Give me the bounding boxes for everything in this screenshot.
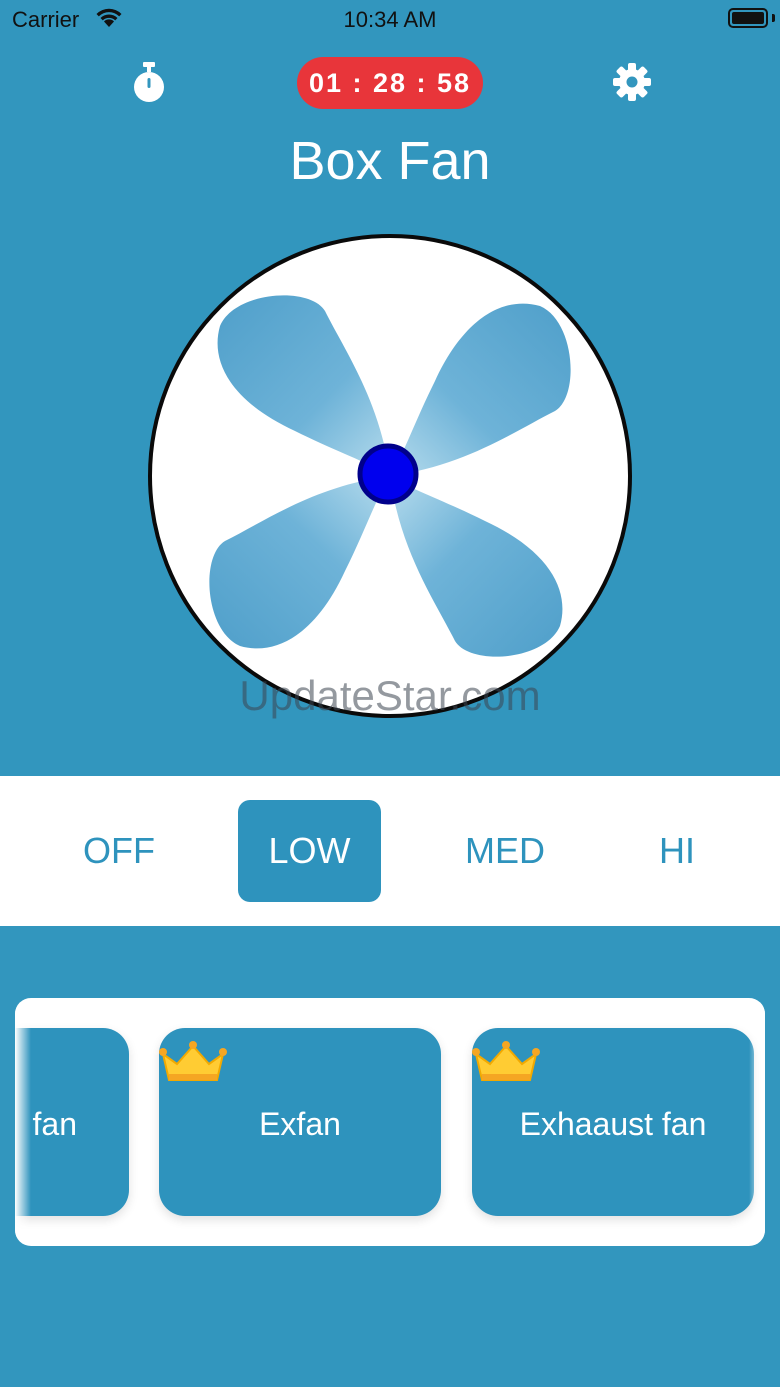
watermark-text: UpdateStar.com <box>239 672 541 719</box>
fan-hub <box>357 443 419 505</box>
gear-icon[interactable] <box>610 60 654 104</box>
carousel-fade-right <box>749 998 765 1246</box>
fan-type-card[interactable]: fan <box>15 1028 129 1216</box>
fan-graphic[interactable] <box>145 231 635 721</box>
timer-countdown[interactable]: 01 : 28 : 58 <box>297 57 483 109</box>
status-time: 10:34 AM <box>343 7 437 32</box>
battery-icon <box>728 8 768 28</box>
battery-tip <box>772 14 775 22</box>
speed-med-button[interactable]: MED <box>434 800 576 902</box>
speed-low-button[interactable]: LOW <box>238 800 381 902</box>
speed-off-button[interactable]: OFF <box>48 800 190 902</box>
stopwatch-icon[interactable] <box>128 60 170 104</box>
carousel-fade-left <box>15 998 31 1246</box>
fan-type-card[interactable]: Exhaaust fan <box>472 1028 754 1216</box>
fan-type-label: fan <box>32 1106 77 1142</box>
speed-selector: OFF LOW MED HI <box>0 776 780 926</box>
page-title: Box Fan <box>289 131 491 191</box>
fan-type-card[interactable]: Exfan <box>159 1028 441 1216</box>
status-bar: Carrier 10:34 AM <box>0 0 780 40</box>
fan-type-label: Exfan <box>259 1106 341 1142</box>
fan-type-carousel[interactable]: fan Exfan Exhaaust fan <box>15 998 765 1246</box>
fan-type-label: Exhaaust fan <box>519 1106 707 1142</box>
speed-hi-button[interactable]: HI <box>606 800 748 902</box>
